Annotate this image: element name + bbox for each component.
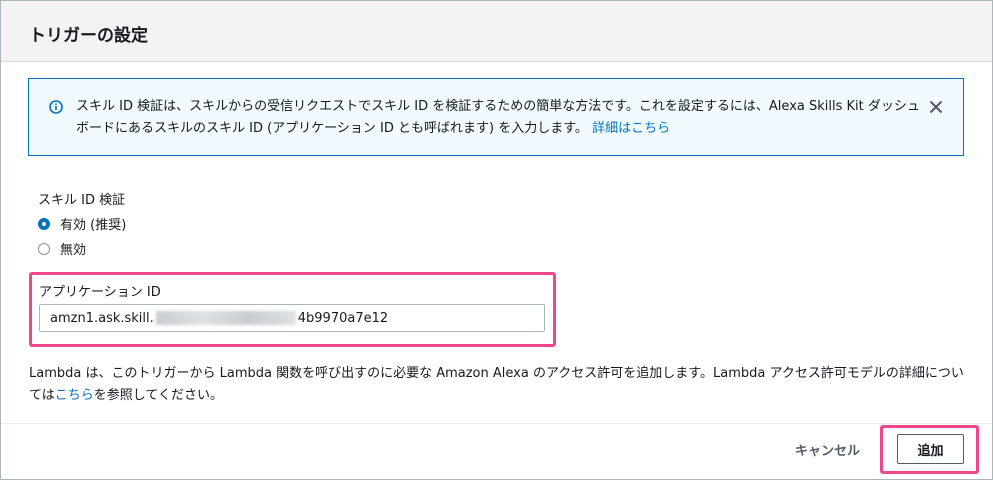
add-button[interactable]: 追加 [897, 434, 964, 464]
radio-disabled-label: 無効 [60, 243, 87, 258]
redacted-segment [155, 311, 296, 325]
radio-button-disabled[interactable] [38, 242, 50, 255]
application-id-input[interactable]: amzn1.ask.skill. 4b9970a7e12 [39, 304, 545, 332]
footer-divider [1, 423, 992, 424]
dialog-header: トリガーの設定 [1, 1, 992, 62]
learn-more-link[interactable]: 詳細はこちら [592, 121, 670, 136]
lambda-permission-note: Lambda は、このトリガーから Lambda 関数を呼び出すのに必要な Am… [29, 363, 969, 407]
skill-id-verification-label: スキル ID 検証 [38, 193, 126, 208]
info-text: スキル ID 検証は、スキルからの受信リクエストでスキル ID を検証するための… [76, 99, 920, 136]
application-id-label: アプリケーション ID [39, 285, 161, 300]
radio-enabled[interactable]: 有効 (推奨) [38, 214, 126, 233]
dialog-title: トリガーの設定 [29, 26, 148, 46]
application-id-prefix: amzn1.ask.skill. [50, 310, 154, 326]
application-id-section: アプリケーション ID amzn1.ask.skill. 4b9970a7e12 [29, 272, 556, 347]
radio-enabled-label: 有効 (推奨) [60, 218, 127, 233]
radio-button-enabled[interactable] [38, 217, 50, 230]
info-icon [49, 100, 63, 114]
trigger-config-dialog: トリガーの設定 スキル ID 検証は、スキルからの受信リクエストでスキル ID … [0, 0, 993, 480]
cancel-button[interactable]: キャンセル [787, 437, 868, 462]
info-message: スキル ID 検証は、スキルからの受信リクエストでスキル ID を検証するための… [76, 96, 926, 140]
info-alert: スキル ID 検証は、スキルからの受信リクエストでスキル ID を検証するための… [28, 78, 964, 156]
application-id-suffix: 4b9970a7e12 [297, 310, 389, 326]
note-text-after: を参照してください。 [93, 388, 223, 403]
close-icon[interactable] [929, 100, 943, 114]
permission-model-link[interactable]: こちら [55, 388, 94, 403]
radio-disabled[interactable]: 無効 [38, 239, 86, 258]
